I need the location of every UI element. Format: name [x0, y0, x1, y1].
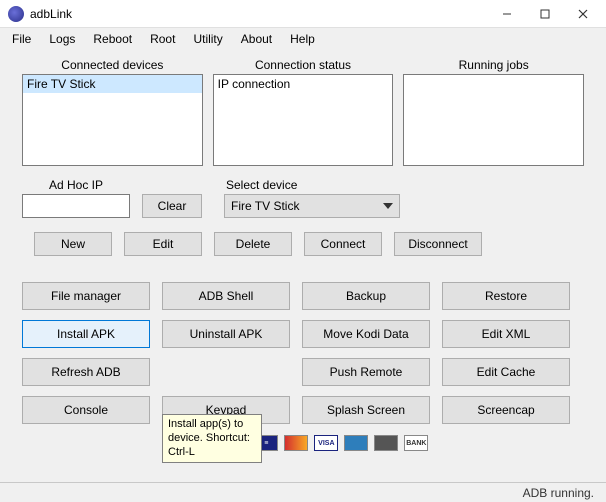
- file-manager-button[interactable]: File manager: [22, 282, 150, 310]
- close-icon: [578, 9, 588, 19]
- chevron-down-icon: [383, 203, 393, 209]
- discover-icon: [374, 435, 398, 451]
- menu-bar: File Logs Reboot Root Utility About Help: [0, 28, 606, 50]
- title-bar: adbLink: [0, 0, 606, 28]
- window-title: adbLink: [30, 7, 488, 21]
- adhoc-ip-label: Ad Hoc IP: [49, 178, 103, 192]
- minimize-icon: [502, 9, 512, 19]
- uninstall-apk-button[interactable]: Uninstall APK: [162, 320, 290, 348]
- connection-status-list[interactable]: IP connection: [213, 74, 394, 166]
- menu-about[interactable]: About: [233, 30, 280, 48]
- menu-help[interactable]: Help: [282, 30, 323, 48]
- bank-icon: BANK: [404, 435, 428, 451]
- select-device-label: Select device: [226, 178, 400, 192]
- list-item[interactable]: IP connection: [214, 75, 393, 93]
- select-device-dropdown[interactable]: Fire TV Stick: [224, 194, 400, 218]
- donate-button[interactable]: Donate: [178, 432, 249, 454]
- edit-xml-button[interactable]: Edit XML: [442, 320, 570, 348]
- restore-button[interactable]: Restore: [442, 282, 570, 310]
- minimize-button[interactable]: [488, 1, 526, 27]
- mastercard-icon: [284, 435, 308, 451]
- delete-button[interactable]: Delete: [214, 232, 292, 256]
- content-area: Connected devices Fire TV Stick Connecti…: [0, 50, 606, 482]
- screencap-button[interactable]: Screencap: [442, 396, 570, 424]
- connected-devices-label: Connected devices: [22, 58, 203, 72]
- action-grid: File manager ADB Shell Backup Restore In…: [22, 282, 584, 424]
- running-jobs-label: Running jobs: [403, 58, 584, 72]
- keypad-button[interactable]: Keypad: [162, 396, 290, 424]
- maximize-button[interactable]: [526, 1, 564, 27]
- connected-devices-list[interactable]: Fire TV Stick: [22, 74, 203, 166]
- select-device-value: Fire TV Stick: [231, 199, 299, 213]
- clear-button[interactable]: Clear: [142, 194, 202, 218]
- running-jobs-list[interactable]: [403, 74, 584, 166]
- adhoc-ip-input[interactable]: [22, 194, 130, 218]
- card-icon: ≡: [254, 435, 278, 451]
- backup-button[interactable]: Backup: [302, 282, 430, 310]
- move-kodi-data-button[interactable]: Move Kodi Data: [302, 320, 430, 348]
- adb-shell-button[interactable]: ADB Shell: [162, 282, 290, 310]
- menu-utility[interactable]: Utility: [185, 30, 230, 48]
- install-apk-button[interactable]: Install APK: [22, 320, 150, 348]
- close-button[interactable]: [564, 1, 602, 27]
- list-item[interactable]: Fire TV Stick: [23, 75, 202, 93]
- splash-screen-button[interactable]: Splash Screen: [302, 396, 430, 424]
- refresh-adb-button[interactable]: Refresh ADB: [22, 358, 150, 386]
- connect-button[interactable]: Connect: [304, 232, 382, 256]
- edit-cache-button[interactable]: Edit Cache: [442, 358, 570, 386]
- edit-button[interactable]: Edit: [124, 232, 202, 256]
- status-text: ADB running.: [523, 486, 594, 500]
- menu-logs[interactable]: Logs: [41, 30, 83, 48]
- menu-root[interactable]: Root: [142, 30, 183, 48]
- console-button[interactable]: Console: [22, 396, 150, 424]
- maximize-icon: [540, 9, 550, 19]
- visa-icon: VISA: [314, 435, 338, 451]
- amex-icon: [344, 435, 368, 451]
- new-button[interactable]: New: [34, 232, 112, 256]
- push-remote-button[interactable]: Push Remote: [302, 358, 430, 386]
- menu-reboot[interactable]: Reboot: [85, 30, 140, 48]
- app-icon: [8, 6, 24, 22]
- connection-status-label: Connection status: [213, 58, 394, 72]
- menu-file[interactable]: File: [4, 30, 39, 48]
- status-bar: ADB running.: [0, 482, 606, 502]
- disconnect-button[interactable]: Disconnect: [394, 232, 482, 256]
